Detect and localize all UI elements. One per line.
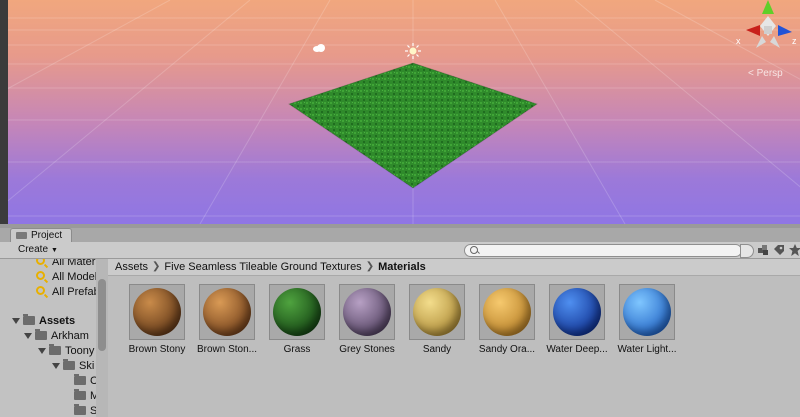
material-sphere: [623, 288, 671, 336]
create-dropdown-button[interactable]: Create ▼: [14, 243, 62, 257]
filter-by-type-icon[interactable]: [756, 243, 770, 257]
search-icon-handle: [477, 251, 480, 254]
tab-project-label: Project: [31, 230, 63, 241]
folder-tab-icon: [16, 232, 27, 239]
tree-item-label: Arkham: [51, 330, 89, 342]
asset-label: Brown Ston...: [196, 344, 258, 355]
tree-item-toony[interactable]: Toony: [38, 344, 94, 358]
material-thumbnail: [409, 284, 465, 340]
chevron-right-icon: ❯: [152, 261, 161, 272]
material-thumbnail: [619, 284, 675, 340]
material-thumbnail: [129, 284, 185, 340]
tree-item-ski[interactable]: Ski: [52, 359, 94, 373]
expand-arrow-icon[interactable]: [38, 348, 46, 354]
material-thumbnail: [549, 284, 605, 340]
expand-arrow-icon[interactable]: [52, 363, 60, 369]
asset-label: Sandy Ora...: [478, 344, 536, 355]
folder-icon: [35, 329, 47, 340]
tree-item-arkham[interactable]: Arkham: [24, 329, 89, 343]
tree-scrollbar-thumb[interactable]: [98, 279, 106, 351]
tab-project[interactable]: Project: [10, 228, 72, 242]
material-sphere: [483, 288, 531, 336]
material-thumbnail: [199, 284, 255, 340]
search-input[interactable]: [464, 244, 742, 257]
gizmo-z-label: z: [792, 36, 797, 46]
material-thumbnail: [269, 284, 325, 340]
tab-bar: Project: [0, 228, 800, 242]
breadcrumb-current[interactable]: Materials: [378, 261, 426, 273]
tree-item-label: Assets: [39, 315, 76, 327]
material-thumbnail: [479, 284, 535, 340]
material-sphere: [203, 288, 251, 336]
material-thumbnail: [339, 284, 395, 340]
expand-arrow-icon[interactable]: [24, 333, 32, 339]
scene-view[interactable]: x z < Persp: [0, 0, 800, 224]
folder-icon: [49, 344, 61, 355]
breadcrumb-assets[interactable]: Assets: [115, 261, 148, 273]
search-icon: [36, 286, 45, 295]
expand-arrow-icon[interactable]: [12, 318, 20, 324]
material-sphere: [133, 288, 181, 336]
folder-icon: [74, 404, 86, 415]
material-sphere: [553, 288, 601, 336]
search-icon: [36, 271, 45, 280]
favorite-star-icon[interactable]: [788, 243, 800, 257]
tree-item-m[interactable]: M: [74, 389, 96, 403]
project-panel: Project Create▼ All Materials All Models: [0, 228, 800, 417]
folder-icon: [74, 374, 86, 385]
material-sphere: [413, 288, 461, 336]
tree-item-label: All Prefabs: [52, 286, 96, 298]
tree-item-c[interactable]: C: [74, 374, 96, 388]
asset-label: Brown Stony: [128, 344, 186, 355]
breadcrumb: Assets ❯ Five Seamless Tileable Ground Tex…: [108, 259, 800, 276]
tree-item-label: Ski: [79, 360, 95, 372]
breadcrumb-folder[interactable]: Five Seamless Tileable Ground Textures: [164, 261, 361, 273]
gizmo-x-label: x: [736, 36, 741, 46]
cloud-icon: [313, 44, 325, 52]
search-icon: [470, 246, 478, 254]
project-folder-tree[interactable]: All Materials All Models All Prefabs Ass…: [0, 259, 96, 417]
project-toolbar: Create ▼: [0, 242, 800, 259]
tree-item-all-models[interactable]: All Models: [36, 270, 96, 284]
tree-item-label: Toony: [65, 345, 95, 357]
tree-item-label: All Materials: [52, 259, 96, 268]
projection-toggle[interactable]: < Persp: [748, 68, 783, 79]
asset-label: Water Deep...: [546, 344, 608, 355]
chevron-down-icon: ▼: [51, 247, 58, 254]
tree-item-all-materials[interactable]: All Materials: [36, 259, 96, 269]
tree-item-s[interactable]: S: [74, 404, 96, 417]
tree-item-all-prefabs[interactable]: All Prefabs: [36, 285, 96, 299]
asset-label: Water Light...: [617, 344, 677, 355]
asset-label: Grey Stones: [339, 344, 395, 355]
tree-scrollbar[interactable]: [96, 259, 108, 417]
search-clear-button[interactable]: [740, 244, 754, 258]
tree-item-label: All Models: [52, 271, 96, 283]
asset-label: Grass: [283, 344, 311, 355]
material-sphere: [273, 288, 321, 336]
folder-icon: [63, 359, 75, 370]
tree-item-assets[interactable]: Assets: [12, 314, 75, 328]
folder-icon: [74, 389, 86, 400]
search-icon: [36, 259, 45, 265]
sun-icon: [405, 43, 421, 59]
create-label: Create: [18, 244, 49, 255]
orientation-gizmo-icon[interactable]: x z: [732, 0, 800, 60]
material-sphere: [343, 288, 391, 336]
chevron-right-icon: ❯: [365, 261, 375, 272]
filter-by-label-icon[interactable]: [772, 243, 786, 257]
ground-plane[interactable]: [0, 0, 800, 224]
asset-label: Sandy: [422, 344, 452, 355]
folder-icon: [23, 314, 35, 325]
asset-grid: Brown Stony Brown Ston... Grass Grey Sto…: [108, 276, 800, 417]
